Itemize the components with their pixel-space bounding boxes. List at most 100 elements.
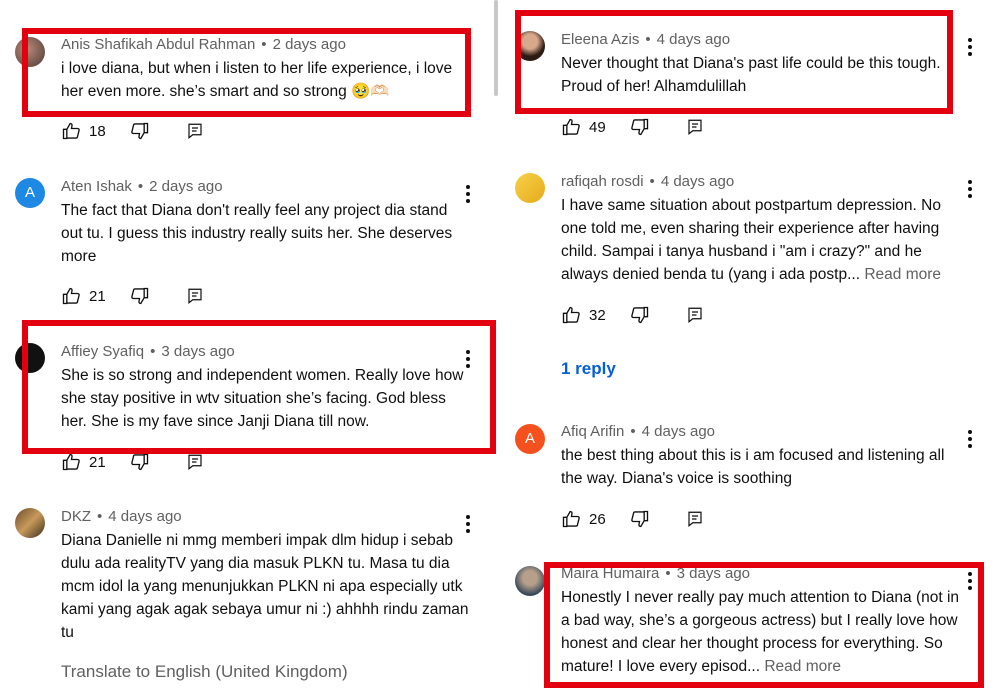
comment-author[interactable]: Afiq Arifin	[561, 423, 624, 440]
comment-author[interactable]: rafiqah rosdi	[561, 173, 644, 190]
comment-text: Never thought that Diana's past life cou…	[561, 55, 941, 95]
thumbs-down-icon	[130, 121, 150, 141]
comment-item: Eleena Azis • 4 days ago Never thought tha…	[500, 0, 1000, 150]
comment-author[interactable]: Eleena Azis	[561, 31, 639, 48]
reply-icon	[686, 509, 704, 529]
like-button[interactable]: 26	[561, 509, 606, 529]
comment-text: She is so strong and independent women. …	[61, 367, 464, 430]
comment-meta: Maira Humaira • 3 days ago	[561, 565, 751, 582]
like-count: 21	[89, 453, 106, 471]
comment-time[interactable]: 4 days ago	[108, 508, 181, 525]
dislike-button[interactable]	[130, 121, 150, 141]
comments-column-right: Eleena Azis • 4 days ago Never thought tha…	[500, 0, 1000, 700]
user-avatar[interactable]	[15, 37, 45, 67]
like-button[interactable]: 21	[61, 452, 106, 472]
thumbs-up-icon	[561, 117, 581, 137]
user-avatar[interactable]: A	[15, 178, 45, 208]
user-avatar[interactable]	[15, 508, 45, 538]
dislike-button[interactable]	[130, 452, 150, 472]
more-options-icon[interactable]	[966, 180, 974, 200]
thumbs-up-icon	[61, 452, 81, 472]
comment-item: Affiey Syafiq • 3 days ago She is so stron…	[0, 335, 495, 475]
comment-time[interactable]: 4 days ago	[642, 423, 715, 440]
comment-meta: DKZ • 4 days ago	[61, 508, 182, 525]
reply-button[interactable]	[686, 509, 704, 529]
like-button[interactable]: 49	[561, 117, 606, 137]
user-avatar[interactable]: A	[515, 424, 545, 454]
comment-actions: 18	[61, 120, 204, 142]
comment-text: i love diana, but when i listen to her l…	[61, 60, 453, 100]
comment-meta: rafiqah rosdi • 4 days ago	[561, 173, 735, 190]
thumbs-up-icon	[61, 286, 81, 306]
user-avatar[interactable]	[15, 343, 45, 373]
user-avatar[interactable]	[515, 31, 545, 61]
comment-item: rafiqah rosdi • 4 days ago I have same sit…	[500, 165, 1000, 345]
more-options-icon[interactable]	[966, 38, 974, 58]
dislike-button[interactable]	[130, 286, 150, 306]
comment-item: Maira Humaira • 3 days ago Honestly I neve…	[500, 558, 1000, 700]
comment-text: Diana Danielle ni mmg memberi impak dlm …	[61, 532, 469, 641]
scrollbar[interactable]	[494, 0, 498, 96]
thumbs-up-icon	[61, 121, 81, 141]
comment-actions: 26	[561, 508, 704, 530]
dislike-button[interactable]	[630, 509, 650, 529]
thumbs-down-icon	[130, 286, 150, 306]
reply-icon	[186, 286, 204, 306]
comment-author[interactable]: Affiey Syafiq	[61, 343, 144, 360]
more-options-icon[interactable]	[966, 430, 974, 450]
comment-time[interactable]: 4 days ago	[661, 173, 734, 190]
comment-item: Anis Shafikah Abdul Rahman • 2 days ago i …	[0, 0, 495, 160]
translate-link[interactable]: Translate to English (United Kingdom)	[61, 662, 348, 682]
thumbs-down-icon	[130, 452, 150, 472]
comment-text: Honestly I never really pay much attenti…	[561, 586, 971, 678]
comment-author[interactable]: Aten Ishak	[61, 178, 132, 195]
comments-column-left: Anis Shafikah Abdul Rahman • 2 days ago i …	[0, 0, 496, 700]
comment-time[interactable]: 3 days ago	[677, 565, 750, 582]
reply-button[interactable]	[686, 305, 704, 325]
reply-icon	[686, 305, 704, 325]
thumbs-down-icon	[630, 509, 650, 529]
comment-time[interactable]: 4 days ago	[657, 31, 730, 48]
comment-item: A Aten Ishak • 2 days ago The fact that Di…	[0, 170, 495, 310]
comment-meta: Afiq Arifin • 4 days ago	[561, 423, 716, 440]
comment-actions: 49	[561, 116, 704, 138]
comment-author[interactable]: DKZ	[61, 508, 91, 525]
reply-button[interactable]	[686, 117, 704, 137]
comment-author[interactable]: Maira Humaira	[561, 565, 659, 582]
reply-icon	[186, 452, 204, 472]
reply-button[interactable]	[186, 121, 204, 141]
like-button[interactable]: 18	[61, 121, 106, 141]
comment-actions: 32	[561, 304, 704, 326]
user-avatar[interactable]	[515, 173, 545, 203]
dislike-button[interactable]	[630, 117, 650, 137]
comment-text: The fact that Diana don't really feel an…	[61, 202, 453, 265]
reply-button[interactable]	[186, 452, 204, 472]
comment-author[interactable]: Anis Shafikah Abdul Rahman	[61, 36, 255, 53]
comment-time[interactable]: 2 days ago	[273, 36, 346, 53]
more-options-icon[interactable]	[464, 185, 472, 205]
like-count: 26	[589, 510, 606, 528]
like-count: 49	[589, 118, 606, 136]
comment-meta: Anis Shafikah Abdul Rahman • 2 days ago	[61, 36, 346, 53]
like-button[interactable]: 32	[561, 305, 606, 325]
comment-meta: Affiey Syafiq • 3 days ago	[61, 343, 235, 360]
comment-text: the best thing about this is i am focuse…	[561, 447, 945, 487]
like-button[interactable]: 21	[61, 286, 106, 306]
thumbs-up-icon	[561, 509, 581, 529]
user-avatar[interactable]	[515, 566, 545, 596]
comment-meta: Eleena Azis • 4 days ago	[561, 31, 731, 48]
dislike-button[interactable]	[630, 305, 650, 325]
read-more-link[interactable]: Read more	[864, 266, 941, 283]
comment-time[interactable]: 2 days ago	[149, 178, 222, 195]
comment-actions: 21	[61, 285, 204, 307]
thumbs-down-icon	[630, 305, 650, 325]
view-replies-button[interactable]: 1 reply	[561, 359, 616, 379]
comment-item: DKZ • 4 days ago Diana Danielle ni mmg mem…	[0, 500, 495, 660]
read-more-link[interactable]: Read more	[764, 658, 841, 675]
like-count: 18	[89, 122, 106, 140]
comment-time[interactable]: 3 days ago	[161, 343, 234, 360]
comment-item: A Afiq Arifin • 4 days ago the best thing …	[500, 415, 1000, 545]
like-count: 32	[589, 306, 606, 324]
reply-icon	[686, 117, 704, 137]
reply-button[interactable]	[186, 286, 204, 306]
